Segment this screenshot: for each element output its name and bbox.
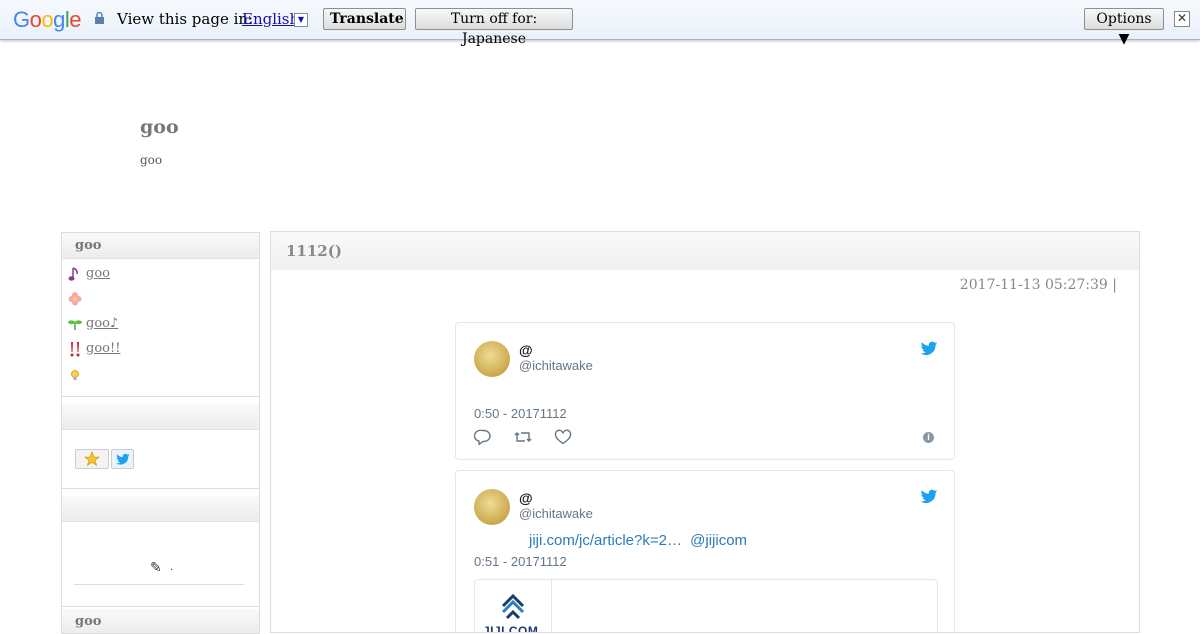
tweet-text: jiji.com/jc/article?k=2… @jijicom bbox=[529, 532, 751, 549]
translate-bar: Google View this page in: English ▼ Tran… bbox=[0, 0, 1200, 47]
twitter-icon bbox=[116, 453, 130, 465]
jiji-logo-icon bbox=[501, 594, 525, 620]
sidebar-section-title: goo bbox=[62, 609, 259, 633]
twitter-share-button[interactable] bbox=[111, 449, 134, 469]
options-button[interactable]: Options ▼ bbox=[1084, 8, 1164, 47]
close-icon[interactable]: ✕ bbox=[1174, 11, 1190, 27]
sidebar-item-label[interactable]: goo♪ bbox=[86, 316, 118, 331]
twitter-logo-icon[interactable] bbox=[920, 489, 938, 505]
sidebar-section-title bbox=[62, 404, 259, 430]
sidebar-section-title bbox=[62, 496, 259, 522]
card-logo-text: JIJI.COM bbox=[483, 624, 539, 633]
post-date: 2017-11-13 05:27:39 | bbox=[959, 277, 1117, 293]
sidebar-item-label[interactable]: goo!! bbox=[86, 341, 120, 356]
sidebar: goo goo goo♪ goo!! ✎ . goo bbox=[61, 232, 260, 634]
social-buttons bbox=[62, 430, 259, 488]
sidebar-item-sprout[interactable]: goo♪ bbox=[68, 314, 118, 334]
google-logo: Google bbox=[13, 7, 82, 32]
embedded-tweet[interactable]: @ @ichitawake jiji.com/jc/article?k=2… @… bbox=[455, 470, 955, 633]
language-link[interactable]: English bbox=[242, 10, 299, 28]
blog-description: goo bbox=[140, 153, 163, 167]
edit-text: . bbox=[170, 562, 174, 573]
link-card[interactable]: JIJI.COM bbox=[474, 579, 938, 633]
lock-icon bbox=[95, 12, 104, 24]
star-button[interactable] bbox=[75, 449, 109, 469]
music-note-icon bbox=[68, 266, 78, 281]
tweet-timestamp[interactable]: 0:50 - 20171112 bbox=[474, 406, 567, 421]
retweet-icon[interactable] bbox=[514, 429, 532, 445]
sidebar-item-goo[interactable]: goo bbox=[68, 264, 110, 284]
pencil-icon[interactable]: ✎ bbox=[150, 560, 162, 576]
like-icon[interactable] bbox=[554, 429, 572, 445]
view-page-label: View this page in: bbox=[117, 10, 254, 28]
main-content: 1112() 2017-11-13 05:27:39 | @ @ichitawa… bbox=[270, 231, 1140, 633]
sprout-icon bbox=[68, 319, 82, 330]
avatar[interactable] bbox=[474, 489, 510, 525]
sidebar-section-title: goo bbox=[62, 233, 259, 259]
reply-icon[interactable] bbox=[474, 429, 492, 445]
tweet-link[interactable]: jiji.com/jc/article?k=2… bbox=[529, 532, 682, 549]
sidebar-item-exclaim[interactable]: goo!! bbox=[68, 339, 120, 359]
divider bbox=[62, 396, 259, 397]
translate-button[interactable]: Translate bbox=[323, 8, 406, 30]
lightbulb-icon bbox=[71, 369, 79, 380]
sidebar-menu: goo goo♪ goo!! bbox=[62, 259, 259, 396]
tweet-timestamp[interactable]: 0:51 - 20171112 bbox=[474, 554, 567, 569]
card-image[interactable]: JIJI.COM bbox=[475, 580, 552, 633]
tweet-user-name[interactable]: @ bbox=[519, 342, 533, 358]
tweet-user-handle[interactable]: @ichitawake bbox=[519, 506, 593, 521]
divider bbox=[62, 488, 259, 489]
post-title[interactable]: 1112() bbox=[271, 232, 1139, 270]
sidebar-item-label[interactable]: goo bbox=[86, 266, 110, 281]
blog-title[interactable]: goo bbox=[140, 116, 179, 138]
edit-area: ✎ . bbox=[62, 522, 259, 606]
avatar[interactable] bbox=[474, 341, 510, 377]
tweet-mention[interactable]: @jijicom bbox=[690, 532, 747, 549]
flower-icon bbox=[68, 291, 82, 305]
info-icon[interactable]: i bbox=[923, 432, 934, 443]
language-dropdown-icon[interactable]: ▼ bbox=[294, 13, 308, 27]
divider bbox=[62, 606, 259, 607]
sidebar-item-flower[interactable] bbox=[68, 289, 86, 309]
embedded-tweet[interactable]: @ @ichitawake 0:50 - 20171112 i bbox=[455, 322, 955, 460]
turn-off-button[interactable]: Turn off for: Japanese bbox=[415, 8, 573, 47]
divider bbox=[74, 584, 244, 585]
star-icon bbox=[84, 451, 100, 467]
tweet-user-name[interactable]: @ bbox=[519, 490, 533, 506]
double-exclamation-icon bbox=[70, 341, 80, 356]
tweet-user-handle[interactable]: @ichitawake bbox=[519, 358, 593, 373]
twitter-logo-icon[interactable] bbox=[920, 341, 938, 357]
sidebar-item-bulb[interactable] bbox=[68, 364, 86, 384]
